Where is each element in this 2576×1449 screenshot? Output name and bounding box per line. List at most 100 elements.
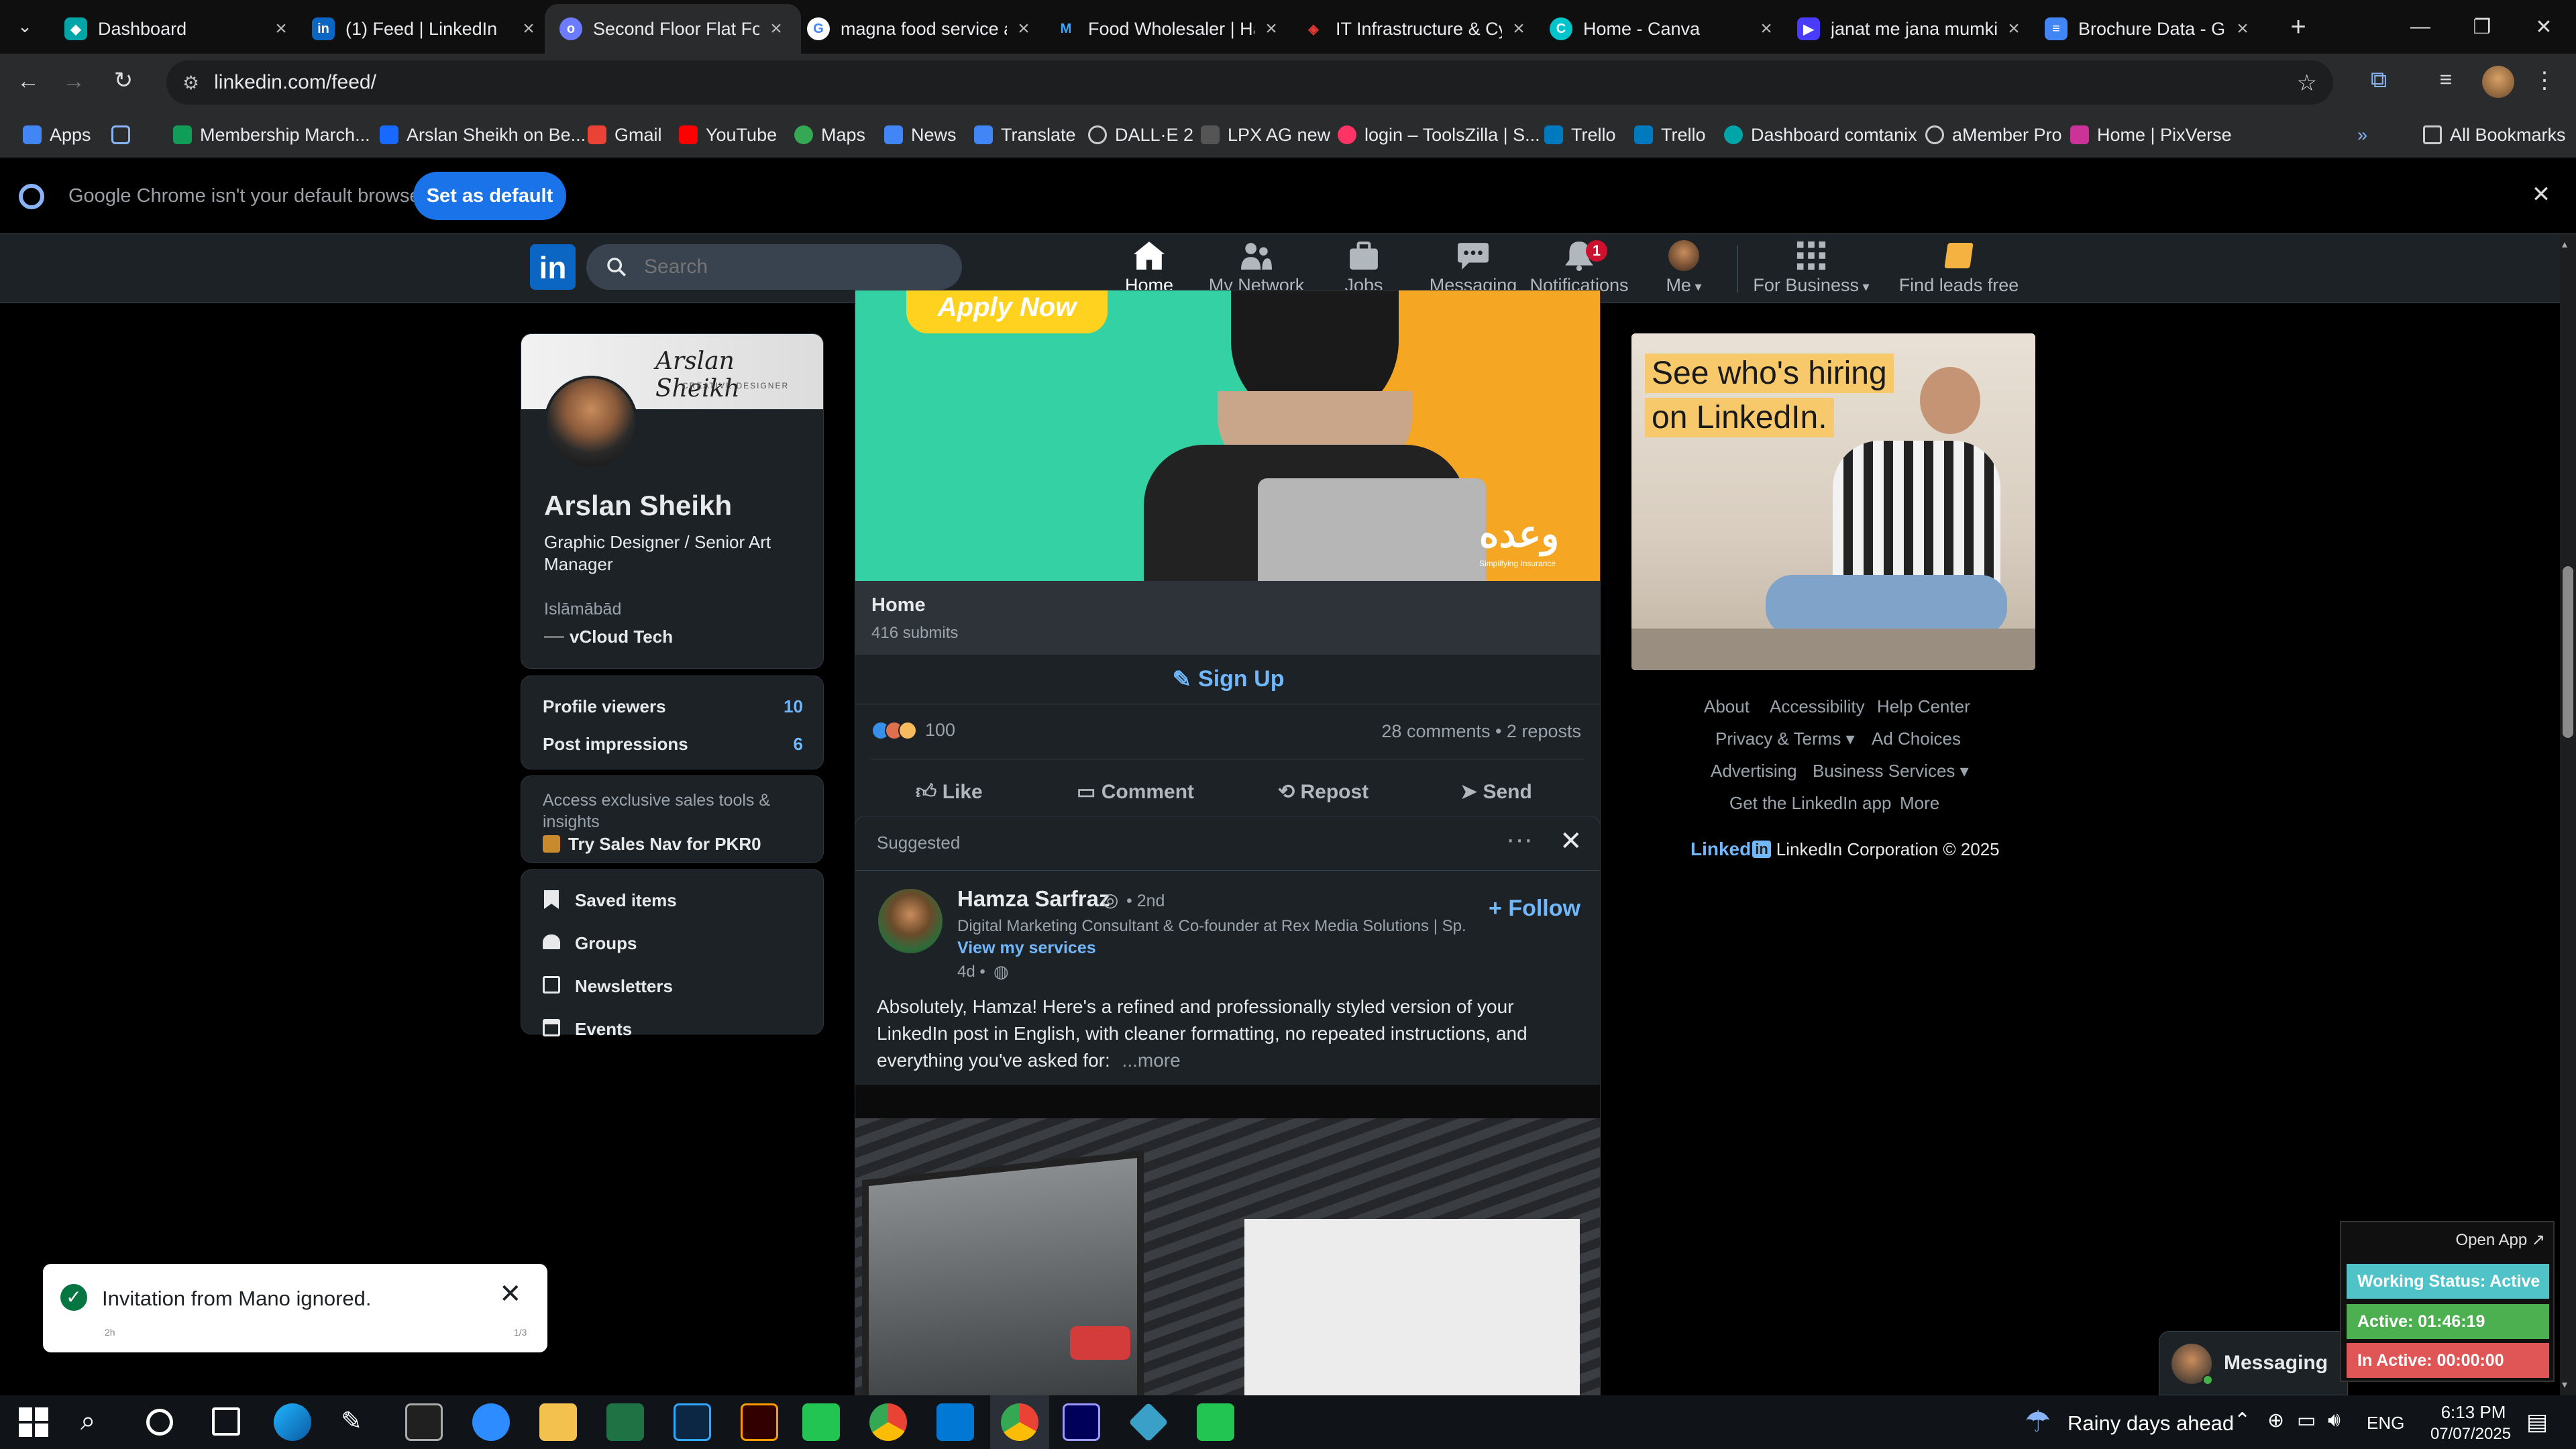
footer-business-link[interactable]: Business Services ▾ [1813,761,1969,782]
pen-tool-icon[interactable]: ✎ [341,1406,373,1438]
post-impressions-label[interactable]: Post impressions [543,734,688,755]
footer-app-link[interactable]: Get the LinkedIn app [1729,793,1891,814]
profile-photo[interactable] [544,376,638,470]
tab-dashboard[interactable]: ◆ Dashboard × [50,4,306,54]
premiere-icon[interactable] [1063,1403,1100,1441]
sign-up-button[interactable]: ✎ Sign Up [855,655,1600,704]
bookmark-behance[interactable]: Arslan Sheikh on Be... [380,122,586,148]
tab-search-chevron-icon[interactable]: ⌄ [13,16,36,39]
bookmark-pixverse[interactable]: Home | PixVerse [2070,122,2232,148]
file-explorer-icon[interactable] [539,1403,577,1441]
hiring-ad[interactable]: See who's hiring on LinkedIn. [1631,333,2035,670]
bookmark-apps[interactable]: Apps [23,122,91,148]
footer-ad-choices-link[interactable]: Ad Choices [1872,729,1961,749]
forward-icon[interactable]: → [60,68,87,95]
events-link[interactable]: Events [575,1019,632,1040]
diamond-app-icon[interactable] [1128,1402,1169,1442]
edge-icon[interactable] [274,1403,311,1441]
nav-for-business[interactable]: For Business ▾ [1751,240,1872,301]
illustrator-icon[interactable] [741,1403,778,1441]
new-tab-icon[interactable]: + [2284,12,2313,42]
toast-close-icon[interactable]: ✕ [499,1279,522,1309]
clock-time[interactable]: 6:13 PM [2423,1402,2524,1423]
comment-button[interactable]: ▭ Comment [1077,780,1194,804]
tab-it-infrastructure[interactable]: ◈ IT Infrastructure & Cy × [1287,4,1544,54]
chrome-taskbar-icon[interactable] [869,1403,907,1441]
profile-company[interactable]: vCloud Tech [570,627,673,647]
footer-about-link[interactable]: About [1704,696,1750,717]
all-bookmarks[interactable]: All Bookmarks [2423,122,2566,148]
close-tab-icon[interactable]: × [1756,19,1776,39]
footer-more-link[interactable]: More [1900,793,1939,814]
bookmark-translate[interactable]: Translate [974,122,1076,148]
linkedin-logo-icon[interactable]: in [530,244,576,290]
restore-icon[interactable]: ❐ [2451,0,2513,54]
tab-brochure-sheet[interactable]: ≡ Brochure Data - Goo × [2030,4,2267,54]
vscode-icon[interactable] [936,1403,974,1441]
photoshop-icon[interactable] [674,1403,711,1441]
terminal-icon[interactable] [405,1403,443,1441]
task-view-icon[interactable] [212,1407,240,1436]
more-bookmarks-icon[interactable]: » [2357,122,2367,148]
bookmark-dalle[interactable]: DALL·E 2 [1088,122,1193,148]
tray-chevron-icon[interactable]: ⌃ [2234,1409,2251,1432]
meet-now-icon[interactable]: ⊕ [2267,1409,2284,1432]
dismiss-icon[interactable]: ✕ [1560,826,1582,857]
bookmark-news[interactable]: News [884,122,957,148]
back-icon[interactable]: ← [15,68,42,95]
footer-accessibility-link[interactable]: Accessibility [1770,696,1865,717]
newsletters-link[interactable]: Newsletters [575,976,673,997]
footer-privacy-link[interactable]: Privacy & Terms ▾ [1715,729,1855,749]
network-icon[interactable]: ▭ [2297,1409,2316,1432]
nav-me[interactable]: Me ▾ [1637,240,1731,301]
bookmark-maps[interactable]: Maps [794,122,865,148]
bookmark-lpx[interactable]: LPX AG new [1201,122,1330,148]
reactions-summary[interactable]: 100 [871,720,955,741]
repost-button[interactable]: ⟲ Repost [1278,780,1368,804]
tab-food-wholesaler[interactable]: M Food Wholesaler | Ha × [1040,4,1296,54]
author-name[interactable]: Hamza Sarfraz [957,886,1110,912]
language-indicator[interactable]: ENG [2367,1413,2404,1434]
follow-button[interactable]: + Follow [1489,896,1580,922]
media-controls-icon[interactable]: ≡ [2431,67,2461,97]
open-app-link[interactable]: Open App ↗ [2455,1230,2545,1250]
profile-name[interactable]: Arslan Sheikh [544,490,732,522]
profile-viewers-count[interactable]: 10 [784,696,803,717]
send-button[interactable]: ➤ Send [1460,780,1532,804]
bookmark-trello-2[interactable]: Trello [1634,122,1706,148]
url-text[interactable]: linkedin.com/feed/ [214,71,376,94]
excel-icon[interactable] [606,1403,644,1441]
nav-find-leads[interactable]: Find leads free [1892,240,2026,301]
close-tab-icon[interactable]: × [519,19,539,39]
scrollbar-thumb[interactable] [2563,566,2573,738]
saved-items-link[interactable]: Saved items [575,890,677,911]
zoom-icon[interactable] [472,1403,510,1441]
tab-second-floor-flat[interactable]: o Second Floor Flat For × [545,4,801,54]
extensions-icon[interactable]: ⧉ [2364,67,2394,97]
green-app-2-icon[interactable] [1197,1403,1234,1441]
ad-image[interactable]: Apply Now وعده Simplifying Insurance [855,290,1600,586]
profile-viewers-label[interactable]: Profile viewers [543,696,666,717]
close-infobar-icon[interactable]: ✕ [2528,181,2555,208]
close-tab-icon[interactable]: × [1014,19,1034,39]
close-tab-icon[interactable]: × [1509,19,1529,39]
site-info-icon[interactable]: ⚙ [182,72,199,94]
set-as-default-button[interactable]: Set as default [413,172,566,220]
view-services-link[interactable]: View my services [957,938,1096,958]
more-options-icon[interactable]: ··· [1506,824,1533,855]
bookmark-youtube[interactable]: YouTube [679,122,777,148]
notification-center-icon[interactable]: ▤ [2526,1409,2548,1436]
close-window-icon[interactable]: ✕ [2513,0,2575,54]
windows-start-icon[interactable] [19,1407,48,1437]
close-tab-icon[interactable]: × [2233,19,2253,39]
bookmark-gmail[interactable]: Gmail [588,122,662,148]
close-tab-icon[interactable]: × [766,19,786,39]
tab-video[interactable]: ▶ janat me jana mumki × [1782,4,2039,54]
minimize-icon[interactable]: — [2390,0,2451,54]
bookmark-membership[interactable]: Membership March... [173,122,370,148]
green-app-icon[interactable] [802,1403,840,1441]
volume-icon[interactable]: 🔊︎ [2328,1409,2341,1432]
sales-nav-card[interactable]: Access exclusive sales tools & insights … [521,775,824,863]
address-bar[interactable]: ⚙ linkedin.com/feed/ ☆ [166,60,2333,105]
search-box[interactable] [586,244,962,290]
